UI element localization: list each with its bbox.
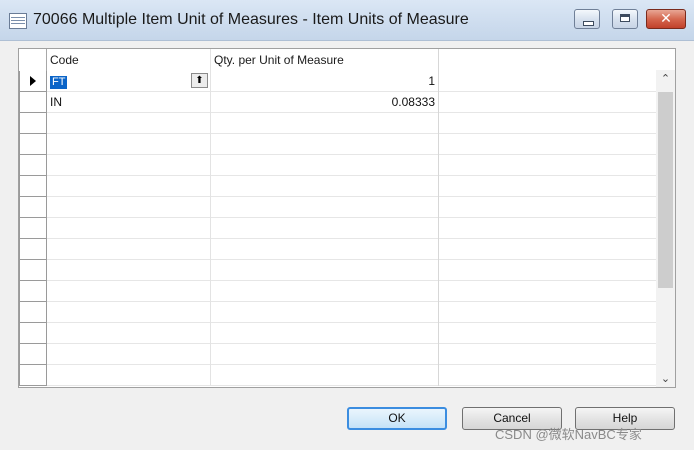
maximize-button[interactable]	[612, 9, 638, 29]
cell-qty-per-unit[interactable]: 0.08333	[211, 92, 439, 113]
table-row[interactable]	[19, 134, 657, 155]
cell-code[interactable]	[47, 155, 211, 176]
column-header-qty[interactable]: Qty. per Unit of Measure	[211, 49, 439, 71]
cell-code[interactable]	[47, 113, 211, 134]
table-row[interactable]: FT ⬆ 1	[19, 71, 657, 92]
minimize-icon	[583, 21, 594, 26]
scrollbar-thumb[interactable]	[658, 92, 673, 288]
cell-qty-per-unit[interactable]	[211, 197, 439, 218]
minimize-button[interactable]	[574, 9, 600, 29]
cell-code[interactable]	[47, 260, 211, 281]
item-units-grid: Code Qty. per Unit of Measure FT ⬆ 1 IN 0.08…	[18, 48, 676, 388]
column-header-code[interactable]: Code	[47, 49, 211, 71]
row-selector[interactable]	[19, 239, 47, 260]
table-row[interactable]	[19, 197, 657, 218]
watermark: CSDN @微软NavBC专家	[495, 427, 642, 442]
row-selector[interactable]	[19, 218, 47, 239]
cell-code[interactable]	[47, 344, 211, 365]
cell-qty-per-unit[interactable]: 1	[211, 71, 439, 92]
cell-code[interactable]: IN	[47, 92, 211, 113]
table-row[interactable]	[19, 260, 657, 281]
cell-qty-per-unit[interactable]	[211, 323, 439, 344]
row-selector[interactable]	[19, 92, 47, 113]
cell-code[interactable]	[47, 239, 211, 260]
close-icon: ✕	[660, 11, 672, 27]
cell-code[interactable]	[47, 176, 211, 197]
row-selector[interactable]	[19, 365, 47, 386]
cell-qty-per-unit[interactable]	[211, 134, 439, 155]
cell-qty-per-unit[interactable]	[211, 302, 439, 323]
selected-code-text: FT	[50, 76, 68, 89]
ok-button[interactable]: OK	[347, 407, 447, 430]
row-selector[interactable]	[19, 197, 47, 218]
cell-qty-per-unit[interactable]	[211, 260, 439, 281]
vertical-scrollbar[interactable]: ⌃ ⌄	[656, 70, 675, 387]
table-row[interactable]	[19, 113, 657, 134]
window-title: 70066 Multiple Item Unit of Measures - I…	[33, 11, 469, 28]
table-icon	[9, 13, 27, 29]
table-row[interactable]	[19, 281, 657, 302]
maximize-icon	[620, 14, 630, 22]
cell-code[interactable]	[47, 281, 211, 302]
row-selector[interactable]	[19, 71, 47, 92]
row-selector[interactable]	[19, 113, 47, 134]
title-bar[interactable]: 70066 Multiple Item Unit of Measures - I…	[0, 0, 694, 41]
cell-code[interactable]	[47, 197, 211, 218]
table-row[interactable]	[19, 323, 657, 344]
table-row[interactable]	[19, 239, 657, 260]
row-selector[interactable]	[19, 260, 47, 281]
cell-code[interactable]	[47, 323, 211, 344]
row-selector[interactable]	[19, 176, 47, 197]
scroll-up-icon[interactable]: ⌃	[656, 70, 675, 87]
lookup-arrow-icon[interactable]: ⬆	[191, 73, 208, 88]
header-selector-cell	[19, 49, 47, 71]
table-row[interactable]	[19, 218, 657, 239]
table-row[interactable]	[19, 344, 657, 365]
cell-code[interactable]	[47, 365, 211, 386]
cell-qty-per-unit[interactable]	[211, 344, 439, 365]
cell-code[interactable]	[47, 134, 211, 155]
cell-qty-per-unit[interactable]	[211, 113, 439, 134]
row-selector[interactable]	[19, 281, 47, 302]
row-selector[interactable]	[19, 302, 47, 323]
row-selector[interactable]	[19, 134, 47, 155]
table-row[interactable]: IN 0.08333	[19, 92, 657, 113]
cell-qty-per-unit[interactable]	[211, 155, 439, 176]
cell-qty-per-unit[interactable]	[211, 239, 439, 260]
cell-qty-per-unit[interactable]	[211, 218, 439, 239]
table-row[interactable]	[19, 302, 657, 323]
row-selector[interactable]	[19, 155, 47, 176]
cell-code[interactable]: FT ⬆	[47, 71, 211, 92]
grid-header-row: Code Qty. per Unit of Measure	[19, 49, 657, 71]
dialog-window: 70066 Multiple Item Unit of Measures - I…	[0, 0, 694, 450]
cell-qty-per-unit[interactable]	[211, 281, 439, 302]
row-selector[interactable]	[19, 323, 47, 344]
close-button[interactable]: ✕	[646, 9, 686, 29]
table-row[interactable]	[19, 176, 657, 197]
scroll-down-icon[interactable]: ⌄	[656, 370, 675, 387]
cell-qty-per-unit[interactable]	[211, 365, 439, 386]
table-row[interactable]	[19, 155, 657, 176]
cell-qty-per-unit[interactable]	[211, 176, 439, 197]
current-row-pointer-icon	[30, 76, 36, 86]
table-row[interactable]	[19, 365, 657, 386]
row-selector[interactable]	[19, 344, 47, 365]
cell-code[interactable]	[47, 218, 211, 239]
cell-code[interactable]	[47, 302, 211, 323]
